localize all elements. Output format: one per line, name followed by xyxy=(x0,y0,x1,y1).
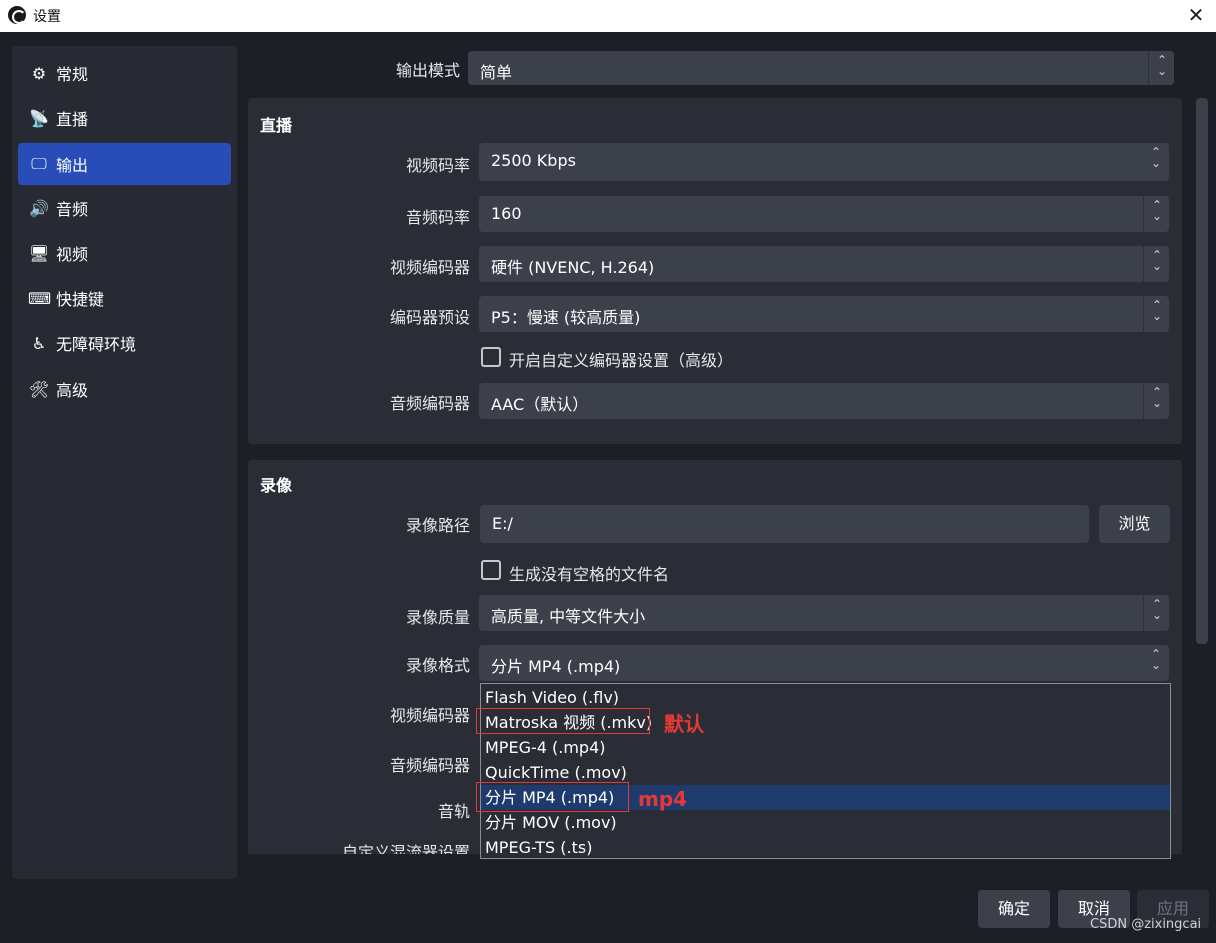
recording-format-select[interactable]: 分片 MP4 (.mp4) xyxy=(479,645,1169,681)
custom-encoder-label: 开启自定义编码器设置（高级） xyxy=(509,351,734,370)
speaker-icon: 🔊 xyxy=(29,198,49,218)
select-arrows-icon xyxy=(1148,51,1174,85)
video-encoder-value: 硬件 (NVENC, H.264) xyxy=(491,258,655,277)
audio-encoder-value: AAC（默认） xyxy=(491,395,589,414)
mp4-highlight-box xyxy=(476,782,629,812)
streaming-group: 直播 视频码率 2500 Kbps 音频码率 160 视频编码器 硬件 (NVE… xyxy=(248,98,1182,444)
video-bitrate-value: 2500 Kbps xyxy=(491,151,576,170)
audio-encoder-select[interactable]: AAC（默认） xyxy=(479,383,1169,419)
select-arrows-icon xyxy=(1143,196,1169,232)
recording-path-label: 录像路径 xyxy=(405,516,470,535)
video-bitrate-spinbox[interactable]: 2500 Kbps xyxy=(479,143,1169,181)
audio-bitrate-select[interactable]: 160 xyxy=(479,196,1169,232)
audio-encoder-label: 音频编码器 xyxy=(389,394,470,413)
gear-icon: ⚙ xyxy=(31,63,47,83)
output-monitor-icon: 🖵 xyxy=(31,154,47,173)
video-encoder-select[interactable]: 硬件 (NVENC, H.264) xyxy=(479,246,1169,282)
video-encoder-label: 视频编码器 xyxy=(389,258,470,277)
encoder-preset-label: 编码器预设 xyxy=(389,308,470,327)
format-option-fragmented-mov[interactable]: 分片 MOV (.mov) xyxy=(481,810,1170,835)
recording-quality-select[interactable]: 高质量, 中等文件大小 xyxy=(479,595,1169,631)
recording-path-input[interactable]: E:/ xyxy=(480,505,1089,543)
sidebar-item-label: 快捷键 xyxy=(56,290,105,309)
custom-muxer-label: 自定义混流器设置 xyxy=(341,843,470,854)
format-option-mp4[interactable]: MPEG-4 (.mp4) xyxy=(481,735,1170,760)
rec-audio-encoder-label: 音频编码器 xyxy=(389,756,470,775)
format-option-ts[interactable]: MPEG-TS (.ts) xyxy=(481,835,1170,860)
select-arrows-icon xyxy=(1143,645,1169,681)
audio-tracks-label: 音轨 xyxy=(437,802,470,821)
custom-encoder-checkbox[interactable] xyxy=(481,347,501,367)
output-mode-label: 输出模式 xyxy=(395,61,460,80)
rec-video-encoder-label: 视频编码器 xyxy=(389,706,470,725)
streaming-group-title: 直播 xyxy=(260,116,293,135)
recording-group-title: 录像 xyxy=(260,476,293,495)
sidebar-item-advanced[interactable]: 🛠 高级 xyxy=(18,368,231,410)
output-mode-select[interactable]: 简单 xyxy=(468,51,1174,85)
settings-scrollbar[interactable] xyxy=(1196,98,1208,644)
broadcast-antenna-icon: 📡 xyxy=(29,108,49,128)
monitor-icon: 🖥 xyxy=(28,243,50,263)
sidebar-item-accessibility[interactable]: ♿ 无障碍环境 xyxy=(18,322,231,364)
select-arrows-icon xyxy=(1143,383,1169,419)
sidebar-item-label: 直播 xyxy=(56,110,89,129)
sidebar-item-stream[interactable]: 📡 直播 xyxy=(18,97,231,139)
sidebar-item-video[interactable]: 🖥 视频 xyxy=(18,232,231,274)
sidebar-item-general[interactable]: ⚙ 常规 xyxy=(18,52,231,94)
select-arrows-icon xyxy=(1143,296,1169,332)
sidebar-item-label: 无障碍环境 xyxy=(56,335,137,354)
tools-icon: 🛠 xyxy=(28,379,50,399)
sidebar-item-label: 视频 xyxy=(56,245,89,264)
select-arrows-icon xyxy=(1143,595,1169,631)
encoder-preset-select[interactable]: P5：慢速 (较高质量) xyxy=(479,296,1169,332)
recording-quality-label: 录像质量 xyxy=(405,608,470,627)
sidebar-item-label: 输出 xyxy=(56,156,89,175)
mp4-annotation: mp4 xyxy=(638,787,688,811)
format-option-flv[interactable]: Flash Video (.flv) xyxy=(481,685,1170,710)
recording-path-value: E:/ xyxy=(492,514,513,533)
close-icon[interactable]: ✕ xyxy=(1176,0,1216,32)
audio-bitrate-label: 音频码率 xyxy=(405,208,470,227)
mkv-highlight-box xyxy=(476,708,650,734)
spin-arrows-icon xyxy=(1143,143,1169,181)
settings-sidebar: ⚙ 常规 📡 直播 🖵 输出 🔊 音频 🖥 视频 ⌨ 快捷键 ♿ 无障碍环境 🛠… xyxy=(12,46,237,879)
recording-format-value: 分片 MP4 (.mp4) xyxy=(491,657,621,676)
ok-button[interactable]: 确定 xyxy=(978,890,1050,928)
encoder-preset-value: P5：慢速 (较高质量) xyxy=(491,308,641,327)
no-space-filename-label: 生成没有空格的文件名 xyxy=(509,565,670,584)
output-mode-value: 简单 xyxy=(480,63,513,82)
watermark-text: CSDN @zixingcai xyxy=(1090,917,1202,932)
mkv-annotation: 默认 xyxy=(664,712,704,736)
sidebar-item-label: 音频 xyxy=(56,200,89,219)
audio-bitrate-value: 160 xyxy=(491,204,522,223)
accessibility-icon: ♿ xyxy=(31,333,47,353)
browse-button[interactable]: 浏览 xyxy=(1099,505,1170,543)
sidebar-item-audio[interactable]: 🔊 音频 xyxy=(18,187,231,229)
obs-logo-icon xyxy=(8,6,26,24)
no-space-filename-checkbox[interactable] xyxy=(481,560,501,580)
sidebar-item-hotkeys[interactable]: ⌨ 快捷键 xyxy=(18,277,231,319)
recording-format-label: 录像格式 xyxy=(405,656,470,675)
video-bitrate-label: 视频码率 xyxy=(405,156,470,175)
keyboard-icon: ⌨ xyxy=(28,288,52,308)
recording-quality-value: 高质量, 中等文件大小 xyxy=(491,607,646,626)
sidebar-item-label: 高级 xyxy=(56,381,89,400)
window-title: 设置 xyxy=(33,9,61,25)
sidebar-item-output[interactable]: 🖵 输出 xyxy=(18,143,231,185)
sidebar-item-label: 常规 xyxy=(56,65,89,84)
select-arrows-icon xyxy=(1143,246,1169,282)
title-bar: 设置 ✕ xyxy=(0,0,1216,32)
